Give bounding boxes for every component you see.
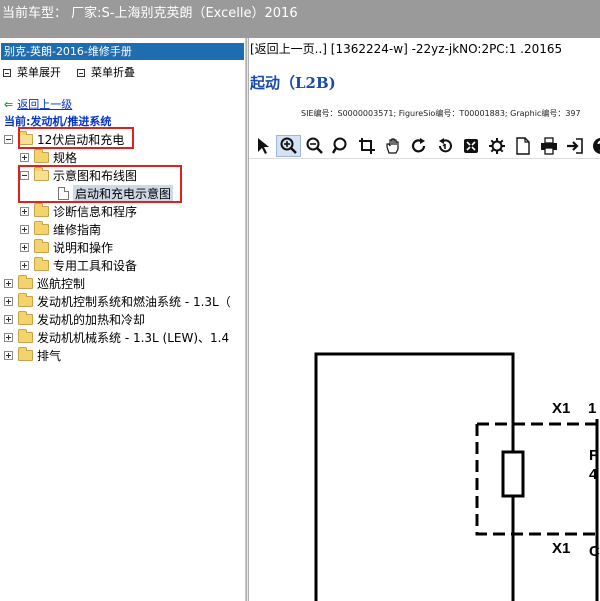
expand-icon[interactable]	[4, 314, 13, 324]
expand-icon[interactable]	[20, 224, 29, 234]
breadcrumb[interactable]: [返回上一页..] [1362224-w] -22yz-jkNO:2PC:1 .…	[250, 40, 562, 57]
tree-node-diagnostics[interactable]: 诊断信息和程序	[20, 202, 137, 220]
crop-icon[interactable]	[354, 135, 379, 157]
tree-node-engine-control-fuel[interactable]: 发动机控制系统和燃油系统 - 1.3L（	[4, 292, 231, 310]
print-icon[interactable]	[536, 135, 561, 157]
expand-menu-button[interactable]: 菜单展开	[3, 64, 61, 80]
folder-icon	[34, 220, 49, 235]
rotate-icon[interactable]	[406, 135, 431, 157]
expand-menu-label: 菜单展开	[17, 66, 61, 79]
section-title: 起动（L2B)	[250, 74, 336, 92]
folder-icon	[34, 202, 49, 217]
tree-node-label: 巡航控制	[37, 276, 86, 291]
diagram-label: 1	[588, 400, 596, 417]
collapse-icon[interactable]	[4, 134, 13, 144]
tree-node-label: 诊断信息和程序	[53, 204, 138, 219]
wiring-diagram: X1 1 F 4 X1 C	[314, 352, 600, 601]
expand-icon[interactable]	[20, 152, 29, 162]
tree-node-exhaust[interactable]: 排气	[4, 346, 61, 364]
expand-icon[interactable]	[4, 332, 13, 342]
tree-node-label: 发动机控制系统和燃油系统 - 1.3L（	[37, 294, 231, 309]
manual-title: 别克-英朗-2016-维修手册	[1, 43, 244, 60]
window-title: 当前车型： 厂家:S-上海别克英朗（Excelle）2016	[2, 6, 298, 21]
collapse-menu-button[interactable]: 菜单折叠	[77, 64, 135, 80]
viewer-toolbar	[249, 133, 600, 159]
zoom-out-icon[interactable]	[302, 135, 327, 157]
tree-node-label: 维修指南	[53, 222, 102, 237]
select-arrow-icon[interactable]	[250, 135, 275, 157]
tree-node-label: 排气	[37, 348, 62, 363]
folder-icon	[18, 346, 33, 361]
fit-icon[interactable]	[458, 135, 483, 157]
tree-node-specs[interactable]: 规格	[20, 148, 77, 166]
back-link[interactable]: ⇐ 返回上一级	[4, 96, 72, 112]
folder-icon	[18, 292, 33, 307]
highlight-box	[18, 165, 182, 203]
tree-node-engine-mechanical[interactable]: 发动机机械系统 - 1.3L (LEW)、1.4	[4, 328, 229, 346]
tree-node-cruise-control[interactable]: 巡航控制	[4, 274, 85, 292]
tree-node-label: 专用工具和设备	[53, 258, 138, 273]
diagram-label: C	[589, 543, 600, 560]
tree-node-engine-heating-cooling[interactable]: 发动机的加热和冷却	[4, 310, 145, 328]
tree-node-special-tools[interactable]: 专用工具和设备	[20, 256, 137, 274]
export-icon[interactable]	[562, 135, 587, 157]
expand-icon[interactable]	[4, 296, 13, 306]
collapse-box-icon	[3, 69, 11, 77]
folder-icon	[34, 256, 49, 271]
folder-icon	[34, 148, 49, 163]
back-link-label: 返回上一级	[17, 98, 73, 111]
sidebar: 别克-英朗-2016-维修手册 菜单展开 菜单折叠 ⇐ 返回上一级 当前:发动机/…	[0, 38, 246, 601]
diagram-fuse	[501, 450, 525, 498]
expand-icon[interactable]	[4, 350, 13, 360]
reset-view-icon[interactable]	[432, 135, 457, 157]
folder-icon	[18, 274, 33, 289]
tree-node-description-operation[interactable]: 说明和操作	[20, 238, 113, 256]
menu-actions: 菜单展开 菜单折叠	[3, 64, 135, 80]
collapse-box-icon	[77, 69, 85, 77]
content-pane: [返回上一页..] [1362224-w] -22yz-jkNO:2PC:1 .…	[249, 38, 600, 601]
expand-icon[interactable]	[4, 278, 13, 288]
folder-icon	[18, 310, 33, 325]
figure-meta: SIE编号：S0000003571; FigureSio编号：T00001883…	[301, 109, 581, 118]
collapse-menu-label: 菜单折叠	[91, 66, 135, 79]
diagram-label: 4	[589, 466, 598, 483]
tree-node-label: 发动机机械系统 - 1.3L (LEW)、1.4	[37, 330, 230, 345]
diagram-viewer[interactable]: X1 1 F 4 X1 C	[249, 164, 600, 601]
pan-hand-icon[interactable]	[380, 135, 405, 157]
page-icon[interactable]	[510, 135, 535, 157]
folder-icon	[18, 328, 33, 343]
diagram-label: X1	[552, 400, 570, 417]
highlight-box	[18, 127, 134, 149]
diagram-component-outline	[314, 352, 515, 601]
diagram-label: X1	[552, 540, 570, 557]
expand-icon[interactable]	[20, 242, 29, 252]
expand-icon[interactable]	[20, 260, 29, 270]
expand-icon[interactable]	[20, 206, 29, 216]
magnify-icon[interactable]	[328, 135, 353, 157]
tree-node-label: 说明和操作	[53, 240, 114, 255]
zoom-in-icon[interactable]	[276, 134, 301, 157]
folder-icon	[34, 238, 49, 253]
tree-node-repair-guide[interactable]: 维修指南	[20, 220, 101, 238]
settings-icon[interactable]	[484, 135, 509, 157]
help-icon[interactable]	[588, 135, 600, 157]
diagram-fuse-block	[475, 422, 600, 536]
window-titlebar: 当前车型： 厂家:S-上海别克英朗（Excelle）2016	[0, 0, 600, 38]
diagram-label: F	[589, 447, 598, 464]
back-arrow-icon: ⇐	[4, 98, 14, 111]
tree-node-label: 发动机的加热和冷却	[37, 312, 146, 327]
tree-node-label: 规格	[53, 150, 78, 165]
